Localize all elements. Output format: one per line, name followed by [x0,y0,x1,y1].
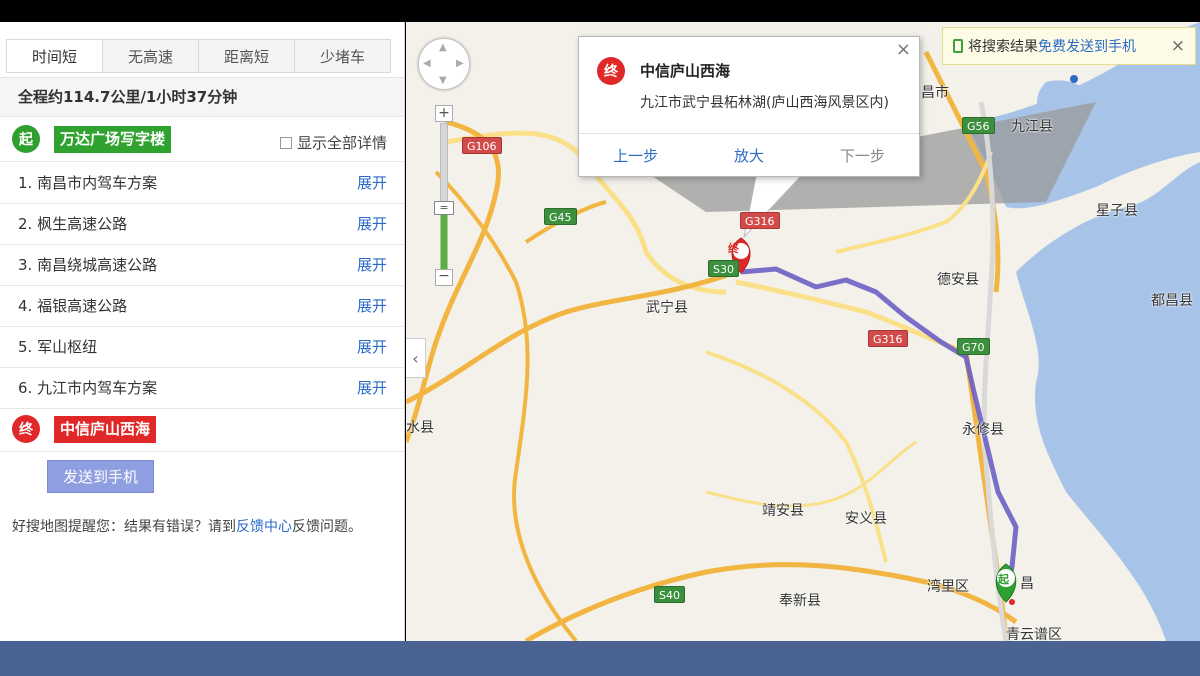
route-step-row[interactable]: 1. 南昌市内驾车方案 展开 [0,163,404,204]
place-label: 九江县 [1011,119,1053,135]
road-shield: G316 [868,330,908,347]
place-label: 永修县 [962,422,1004,438]
feedback-suffix: 反馈问题。 [292,519,362,535]
road-west-loop [434,170,578,641]
route-summary: 全程约114.7公里/1小时37分钟 [0,77,404,117]
popup-title: 中信庐山西海 [640,62,731,80]
road-shield: G106 [462,137,502,154]
end-place-name[interactable]: 中信庐山西海 [54,416,157,443]
zoom-in-link[interactable]: 放大 [692,134,805,176]
road-shield: G56 [962,117,995,134]
zoom-in-button[interactable]: + [435,105,453,122]
details-checkbox[interactable] [280,136,292,149]
expand-step-link[interactable]: 展开 [357,204,387,244]
tab-no-highway[interactable]: 无高速 [103,40,199,72]
map-canvas[interactable]: 终 起 武宁县 德安县 星子县 都昌县 九江县 永修县 靖安县 安义县 奉新县 … [406,22,1200,641]
pan-left-arrow-icon[interactable]: ◀ [423,58,431,69]
place-label: 昌市 [921,85,949,101]
route-step-text: 5. 军山枢纽 [18,338,98,356]
route-step-text: 4. 福银高速公路 [18,297,128,315]
place-label: 昌 [1020,576,1034,592]
place-label: 水县 [406,420,434,436]
popup-address: 九江市武宁县柘林湖(庐山西海风景区内) [640,95,889,111]
end-point-row: 终 中信庐山西海 [0,408,404,452]
end-badge-icon: 终 [12,415,40,443]
route-step-row[interactable]: 2. 枫生高速公路 展开 [0,204,404,245]
zoom-slider-handle[interactable]: = [434,201,454,215]
send-result-link[interactable]: 免费发送到手机 [1038,36,1136,56]
tab-shortest-distance[interactable]: 距离短 [199,40,295,72]
route-step-row[interactable]: 3. 南昌绕城高速公路 展开 [0,245,404,286]
pan-up-arrow-icon[interactable]: ▲ [439,42,447,53]
start-point-row: 起 万达广场写字楼 显示全部详情 [0,118,404,162]
road-south-west [705,440,917,508]
place-label: 武宁县 [646,300,688,316]
feedback-prefix: 好搜地图提醒您：结果有错误？请到 [12,519,236,535]
place-label: 湾里区 [927,579,969,595]
poi-dot [1070,75,1078,83]
pan-right-arrow-icon[interactable]: ▶ [456,58,464,69]
expand-step-link[interactable]: 展开 [357,163,387,203]
route-panel: 时间短 无高速 距离短 少堵车 全程约114.7公里/1小时37分钟 起 万达广… [0,22,405,641]
pan-down-arrow-icon[interactable]: ▼ [439,75,447,86]
expand-step-link[interactable]: 展开 [357,245,387,285]
end-marker-label[interactable]: 终 [728,240,739,256]
route-step-text: 1. 南昌市内驾车方案 [18,174,158,192]
place-label: 靖安县 [762,503,804,519]
popup-actions: 上一步 放大 下一步 [579,133,919,176]
road-shield: G316 [740,212,780,229]
expand-step-link[interactable]: 展开 [357,286,387,326]
zoom-out-button[interactable]: − [435,269,453,286]
road-shield: G45 [544,208,577,225]
phone-icon [953,39,963,53]
road-shield: G70 [957,338,990,355]
route-step-text: 6. 九江市内驾车方案 [18,379,158,397]
send-result-close-icon[interactable]: × [1171,36,1185,56]
tab-shortest-time[interactable]: 时间短 [7,40,103,72]
route-step-text: 2. 枫生高速公路 [18,215,128,233]
start-place-name[interactable]: 万达广场写字楼 [54,126,172,153]
show-all-details-toggle[interactable]: 显示全部详情 [280,132,387,153]
popup-close-icon[interactable]: × [896,39,911,60]
expand-step-link[interactable]: 展开 [357,327,387,367]
send-result-notice: 将搜索结果 免费发送到手机 × [942,27,1196,65]
send-result-prefix: 将搜索结果 [968,39,1038,55]
road-g316 [735,279,967,355]
feedback-center-link[interactable]: 反馈中心 [236,519,292,535]
place-label: 都昌县 [1151,293,1193,309]
start-badge-icon: 起 [12,125,40,153]
zoom-level-fill [441,208,447,277]
route-step-row[interactable]: 5. 军山枢纽 展开 [0,327,404,368]
poyang-lake-water [1016,162,1200,641]
place-label: 奉新县 [779,593,821,609]
expand-step-link[interactable]: 展开 [357,368,387,408]
show-all-details-label: 显示全部详情 [297,134,388,152]
send-to-phone-button[interactable]: 发送到手机 [47,460,154,493]
bottom-blue-bar [0,641,1200,676]
top-black-bar [0,0,1200,22]
road-shield: S30 [708,260,739,277]
place-label: 青云谱区 [1006,627,1062,641]
road-shield: S40 [654,586,685,603]
place-label: 安义县 [845,511,887,527]
route-step-row[interactable]: 6. 九江市内驾车方案 展开 [0,368,404,409]
place-label: 星子县 [1096,203,1138,219]
collapse-panel-button[interactable]: ‹ [406,338,426,378]
place-label: 德安县 [937,272,979,288]
route-step-row[interactable]: 4. 福银高速公路 展开 [0,286,404,327]
start-marker-label[interactable]: 起 [998,571,1009,587]
route-step-text: 3. 南昌绕城高速公路 [18,256,158,274]
popup-end-badge-icon: 终 [597,57,625,85]
route-preference-tabs: 时间短 无高速 距离短 少堵车 [6,39,391,73]
road-mid [705,350,888,563]
destination-info-popup: 终 中信庐山西海 九江市武宁县柘林湖(庐山西海风景区内) × 上一步 放大 下一… [578,36,920,177]
previous-step-button[interactable]: 上一步 [579,134,692,176]
tab-less-traffic[interactable]: 少堵车 [295,40,390,72]
feedback-notice: 好搜地图提醒您：结果有错误？请到反馈中心反馈问题。 [12,516,362,536]
next-step-button[interactable]: 下一步 [806,134,919,176]
map-pan-control[interactable]: ▲ ▼ ◀ ▶ [418,38,470,90]
